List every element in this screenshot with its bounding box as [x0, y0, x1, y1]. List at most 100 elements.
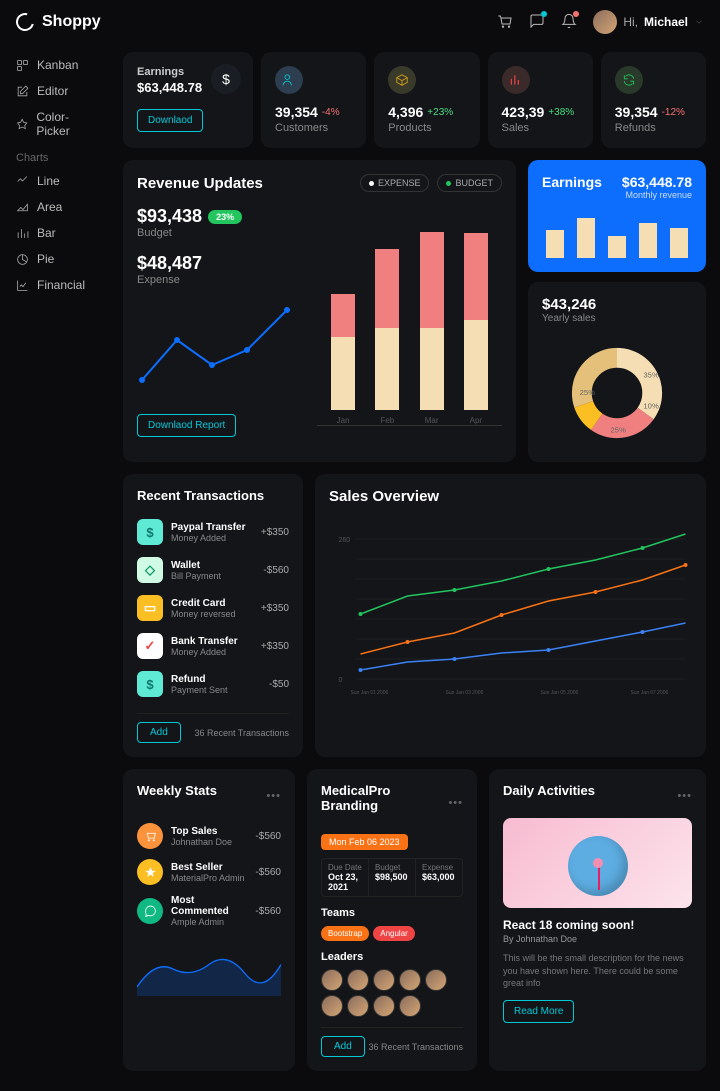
- transaction-item[interactable]: ▭Credit CardMoney reversed+$350: [137, 589, 289, 627]
- svg-text:25%: 25%: [580, 388, 596, 397]
- svg-text:10%: 10%: [643, 401, 659, 410]
- download-report-button[interactable]: Downlaod Report: [137, 414, 236, 437]
- date-badge: Mon Feb 06 2023: [321, 834, 408, 850]
- revenue-card: Revenue Updates EXPENSE BUDGET $93,438 23…: [123, 160, 516, 462]
- svg-text:0: 0: [339, 677, 343, 684]
- more-icon[interactable]: •••: [266, 790, 281, 802]
- brand-name: Shoppy: [42, 13, 101, 31]
- teams-header: Teams: [321, 907, 463, 919]
- sidebar-item-bar[interactable]: Bar: [8, 220, 107, 246]
- sidebar-item-editor[interactable]: Editor: [8, 78, 107, 104]
- user-greeting: Hi,: [623, 15, 638, 29]
- sidebar: KanbanEditorColor-Picker Charts LineArea…: [0, 44, 115, 1091]
- yearly-sales-card: $43,246 Yearly sales 35% 10% 25%: [528, 282, 706, 462]
- stat-card-sales: 423,39+38%Sales: [488, 52, 593, 148]
- earnings-card: Earnings $63,448.78 $ Downlaod: [123, 52, 253, 148]
- chevron-down-icon: [694, 17, 704, 27]
- med-stat: Budget$98,500: [369, 859, 416, 896]
- earn-panel-sub: Monthly revenue: [622, 190, 692, 200]
- expense-label: Expense: [137, 274, 297, 286]
- logo-icon: [13, 10, 38, 35]
- sidebar-item-color-picker[interactable]: Color-Picker: [8, 104, 107, 144]
- legend-budget: BUDGET: [437, 174, 502, 192]
- add-button[interactable]: Add: [137, 722, 181, 743]
- budget-sparkline: [137, 300, 297, 400]
- svg-text:Sun Jan 07 2006: Sun Jan 07 2006: [631, 690, 669, 696]
- weekly-title: Weekly Stats: [137, 783, 217, 798]
- avatar: [593, 10, 617, 34]
- weekly-icon: [137, 859, 163, 885]
- earnings-panel: Earnings $63,448.78Monthly revenue: [528, 160, 706, 272]
- sidebar-item-line[interactable]: Line: [8, 168, 107, 194]
- daily-activities-card: Daily Activities••• React 18 coming soon…: [489, 769, 706, 1071]
- daily-description: This will be the small description for t…: [503, 952, 692, 990]
- dollar-icon: $: [211, 64, 241, 94]
- weekly-icon: [137, 823, 163, 849]
- user-menu[interactable]: Hi,Michael: [593, 10, 704, 34]
- stat-icon: [388, 66, 416, 94]
- svg-text:25%: 25%: [610, 426, 626, 435]
- transaction-item[interactable]: $Paypal TransferMoney Added+$350: [137, 513, 289, 551]
- transaction-item[interactable]: $RefundPayment Sent-$50: [137, 665, 289, 703]
- cart-icon[interactable]: [497, 14, 513, 30]
- transactions-card: Recent Transactions $Paypal TransferMone…: [123, 474, 303, 757]
- svg-text:Sun Jan 05 2006: Sun Jan 05 2006: [541, 690, 579, 696]
- revenue-bar-chart: JanFebMarApr: [317, 206, 502, 426]
- stat-card-products: 4,396+23%Products: [374, 52, 479, 148]
- weekly-item[interactable]: Most CommentedAmple Admin-$560: [137, 890, 281, 932]
- med-stat: Due DateOct 23, 2021: [322, 859, 369, 896]
- add-button[interactable]: Add: [321, 1036, 365, 1057]
- earn-panel-value: $63,448.78: [622, 174, 692, 190]
- medicalpro-card: MedicalPro Branding••• Mon Feb 06 2023 D…: [307, 769, 477, 1071]
- weekly-icon: [137, 898, 163, 924]
- transactions-title: Recent Transactions: [137, 488, 289, 503]
- weekly-item[interactable]: Top SalesJohnathan Doe-$560: [137, 818, 281, 854]
- sidebar-item-kanban[interactable]: Kanban: [8, 52, 107, 78]
- weekly-sparkline: [137, 942, 281, 1002]
- med-footer: 36 Recent Transactions: [368, 1042, 463, 1052]
- weekly-item[interactable]: Best SellerMaterialPro Admin-$560: [137, 854, 281, 890]
- med-stat: Expense$63,000: [416, 859, 462, 896]
- stat-card-customers: 39,354-4%Customers: [261, 52, 366, 148]
- more-icon[interactable]: •••: [448, 797, 463, 809]
- more-icon[interactable]: •••: [677, 790, 692, 802]
- weekly-stats-card: Weekly Stats ••• Top SalesJohnathan Doe-$…: [123, 769, 295, 1071]
- sales-title: Sales Overview: [329, 488, 692, 505]
- read-more-button[interactable]: Read More: [503, 1000, 574, 1023]
- yearly-label: Yearly sales: [542, 313, 692, 324]
- budget-pct: 23%: [208, 210, 242, 224]
- sales-line-chart: 2600 Sun Jan 01 2006Sun Jan 03 2006Sun J…: [329, 519, 692, 699]
- daily-author: By Johnathan Doe: [503, 934, 692, 944]
- stat-icon: [275, 66, 303, 94]
- stat-icon: [615, 66, 643, 94]
- earnings-mini-chart: [542, 216, 692, 258]
- yearly-value: $43,246: [542, 296, 692, 313]
- transaction-item[interactable]: ✓Bank TransferMoney Added+$350: [137, 627, 289, 665]
- transaction-icon: ◇: [137, 557, 163, 583]
- team-badge: Bootstrap: [321, 926, 369, 941]
- brand[interactable]: Shoppy: [16, 13, 101, 31]
- transaction-icon: $: [137, 519, 163, 545]
- leaders-header: Leaders: [321, 951, 463, 963]
- daily-image: [503, 818, 692, 908]
- revenue-title: Revenue Updates: [137, 175, 263, 192]
- transaction-item[interactable]: ◇WalletBill Payment-$560: [137, 551, 289, 589]
- sidebar-item-pie[interactable]: Pie: [8, 246, 107, 272]
- svg-text:Sun Jan 01 2006: Sun Jan 01 2006: [351, 690, 389, 696]
- donut-chart: 35% 10% 25% 25%: [562, 338, 672, 448]
- sidebar-item-area[interactable]: Area: [8, 194, 107, 220]
- legend-expense: EXPENSE: [360, 174, 430, 192]
- sidebar-item-financial[interactable]: Financial: [8, 272, 107, 298]
- stat-card-refunds: 39,354-12%Refunds: [601, 52, 706, 148]
- transaction-icon: ▭: [137, 595, 163, 621]
- med-title: MedicalPro Branding: [321, 783, 448, 813]
- transactions-footer: 36 Recent Transactions: [194, 728, 289, 738]
- budget-label: Budget: [137, 227, 297, 239]
- sidebar-section-charts: Charts: [8, 144, 107, 168]
- team-badge: Angular: [373, 926, 415, 941]
- download-button[interactable]: Downlaod: [137, 109, 203, 132]
- budget-value: $93,438: [137, 206, 202, 227]
- svg-text:35%: 35%: [643, 371, 659, 380]
- stat-icon: [502, 66, 530, 94]
- svg-text:Sun Jan 03 2006: Sun Jan 03 2006: [446, 690, 484, 696]
